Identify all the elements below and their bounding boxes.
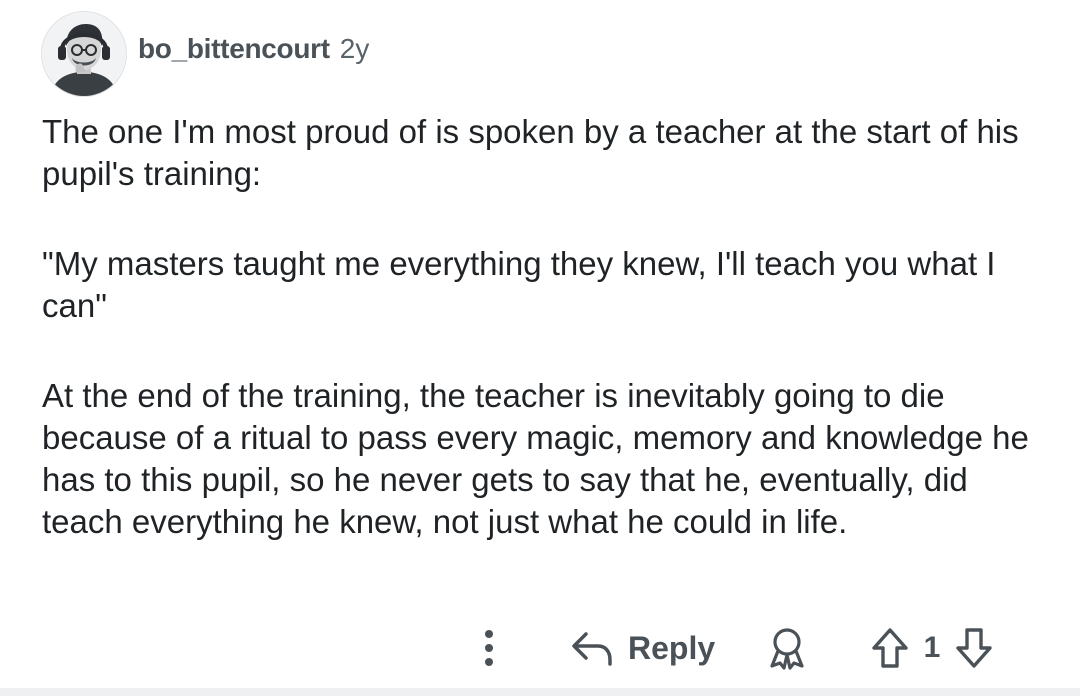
more-options-button[interactable] [474, 626, 504, 670]
more-vertical-icon [485, 630, 493, 666]
avatar[interactable] [41, 11, 127, 97]
divider [0, 688, 1080, 696]
comment-meta: bo_bittencourt 2y [138, 33, 369, 77]
reply-button[interactable]: Reply [570, 624, 715, 672]
award-icon [770, 628, 804, 670]
comment-paragraph: At the end of the training, the teacher … [42, 377, 1029, 540]
comment-paragraph: "My masters taught me everything they kn… [42, 245, 996, 324]
vote-controls: 1 [868, 624, 996, 672]
comment-body: The one I'm most proud of is spoken by a… [42, 111, 1052, 591]
upvote-arrow-icon [872, 628, 908, 668]
award-button[interactable] [765, 626, 809, 670]
comment-age: 2y [339, 33, 370, 64]
upvote-button[interactable] [868, 626, 912, 670]
reply-arrow-icon [570, 628, 614, 668]
downvote-arrow-icon [956, 628, 992, 668]
user-avatar-icon [42, 12, 126, 96]
username-link[interactable]: bo_bittencourt [138, 33, 330, 65]
comment-paragraph: The one I'm most proud of is spoken by a… [42, 113, 1019, 192]
comment: bo_bittencourt 2y The one I'm most proud… [0, 0, 1080, 686]
vote-count: 1 [923, 631, 941, 664]
comment-actions: Reply 1 [0, 622, 1080, 674]
downvote-button[interactable] [952, 626, 996, 670]
reply-label: Reply [628, 629, 716, 666]
